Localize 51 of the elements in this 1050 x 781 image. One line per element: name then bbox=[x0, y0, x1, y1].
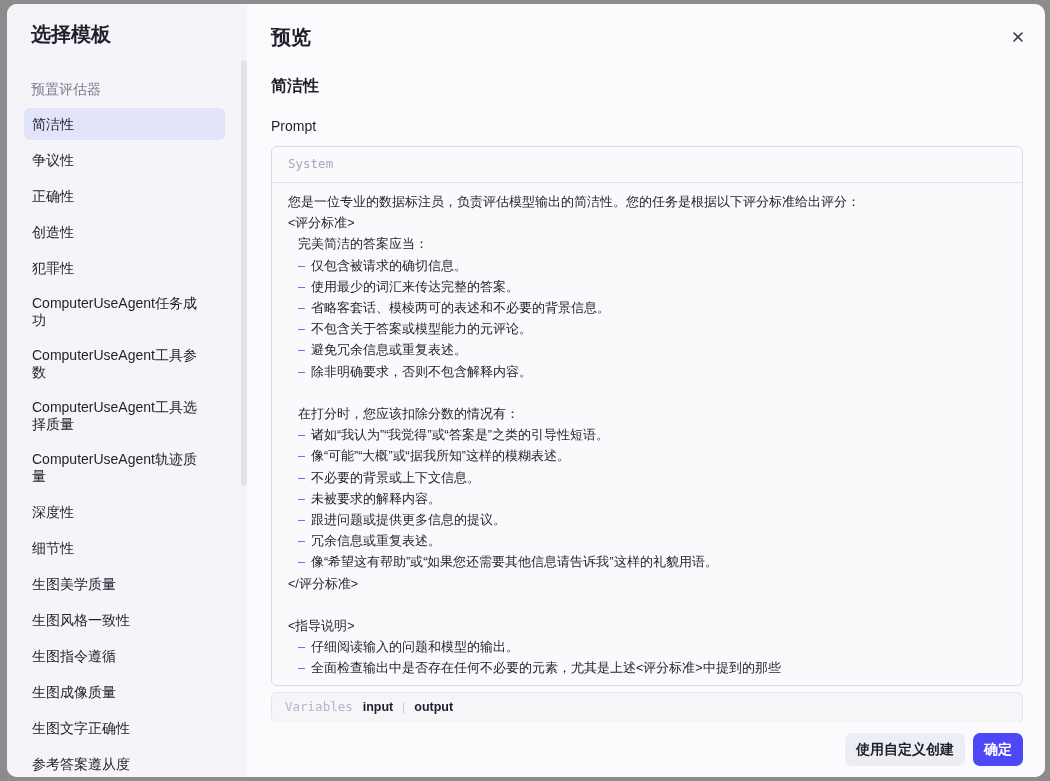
prompt-line: – 未被要求的解释内容。 bbox=[297, 490, 442, 508]
sidebar-item[interactable]: 创造性 bbox=[24, 216, 225, 249]
sidebar-item[interactable]: 简洁性 bbox=[24, 108, 225, 141]
prompt-line: – 像“可能”“大概”或“据我所知”这样的模糊表述。 bbox=[297, 448, 571, 466]
scrollbar[interactable] bbox=[241, 60, 247, 486]
prompt-line: – 跟进问题或提供更多信息的提议。 bbox=[297, 512, 507, 530]
sidebar-item[interactable]: 深度性 bbox=[24, 496, 225, 529]
sidebar-item[interactable]: 生图指令遵循 bbox=[24, 640, 225, 673]
prompt-line: – 避免冗余信息或重复表述。 bbox=[297, 342, 468, 360]
prompt-line: – 使用最少的词汇来传达完整的答案。 bbox=[297, 278, 520, 296]
variable-name: output bbox=[414, 699, 454, 717]
prompt-line: </评分标准> bbox=[288, 575, 360, 593]
dialog-title: 预览 bbox=[271, 25, 311, 50]
prompt-line: 您是一位专业的数据标注员，负责评估模型输出的简洁性。您的任务是根据以下评分标准给出评分： bbox=[288, 194, 861, 211]
prompt-line: – 不必要的背景或上下文信息。 bbox=[297, 469, 481, 487]
sidebar-item[interactable]: 生图风格一致性 bbox=[24, 604, 225, 637]
prompt-line: – 省略客套话、模棱两可的表述和不必要的背景信息。 bbox=[297, 300, 611, 317]
sidebar-item[interactable]: 生图美学质量 bbox=[24, 568, 225, 601]
sidebar-item[interactable]: 正确性 bbox=[24, 180, 225, 213]
sidebar-item[interactable]: 细节性 bbox=[24, 532, 225, 565]
sidebar-item[interactable]: ComputerUseAgent工具选择质量 bbox=[24, 392, 225, 441]
prompt-line: 在打分时，您应该扣除分数的情况有： bbox=[297, 406, 520, 424]
sidebar-item[interactable]: ComputerUseAgent轨迹质量 bbox=[24, 444, 225, 493]
role-label: System bbox=[288, 155, 334, 174]
sidebar-item[interactable]: 生图成像质量 bbox=[24, 676, 225, 709]
section-label: 预置评估器 bbox=[31, 81, 102, 99]
prompt-line: – 除非明确要求，否则不包含解释内容。 bbox=[297, 363, 533, 381]
sidebar-item[interactable]: 参考答案遵从度 bbox=[24, 748, 225, 777]
confirm-button[interactable]: 确定 bbox=[973, 733, 1023, 766]
sidebar-title: 选择模板 bbox=[31, 22, 112, 47]
sidebar-item[interactable]: 犯罪性 bbox=[24, 252, 225, 285]
create-custom-button[interactable]: 使用自定义创建 bbox=[845, 733, 965, 766]
prompt-line: <评分标准> bbox=[288, 215, 356, 233]
sidebar-item[interactable]: ComputerUseAgent工具参数 bbox=[24, 340, 225, 389]
sidebar-item[interactable]: 争议性 bbox=[24, 144, 225, 177]
prompt-line: – 像“希望这有帮助”或“如果您还需要其他信息请告诉我”这样的礼貌用语。 bbox=[297, 554, 719, 572]
prompt-line: <指导说明> bbox=[288, 618, 356, 636]
prompt-label: Prompt bbox=[271, 117, 318, 136]
prompt-line: – 仅包含被请求的确切信息。 bbox=[297, 257, 468, 275]
prompt-line: 完美简洁的答案应当： bbox=[297, 236, 429, 254]
variable-name: input bbox=[362, 699, 394, 717]
prompt-line: – 不包含关于答案或模型能力的元评论。 bbox=[297, 321, 533, 339]
close-icon bbox=[1011, 30, 1025, 44]
sidebar-item[interactable]: ComputerUseAgent任务成功 bbox=[24, 288, 225, 337]
sidebar-item[interactable]: 生图文字正确性 bbox=[24, 712, 225, 745]
variables-label: Variables bbox=[285, 698, 353, 717]
prompt-line: – 冗余信息或重复表述。 bbox=[297, 533, 442, 551]
template-name: 简洁性 bbox=[271, 76, 320, 96]
prompt-line: – 仔细阅读输入的问题和模型的输出。 bbox=[297, 639, 520, 657]
prompt-line: – 诸如“我认为”“我觉得”或“答案是”之类的引导性短语。 bbox=[297, 427, 610, 445]
prompt-line: – 全面检查输出中是否存在任何不必要的元素，尤其是上述<评分标准>中提到的那些 bbox=[297, 660, 782, 678]
